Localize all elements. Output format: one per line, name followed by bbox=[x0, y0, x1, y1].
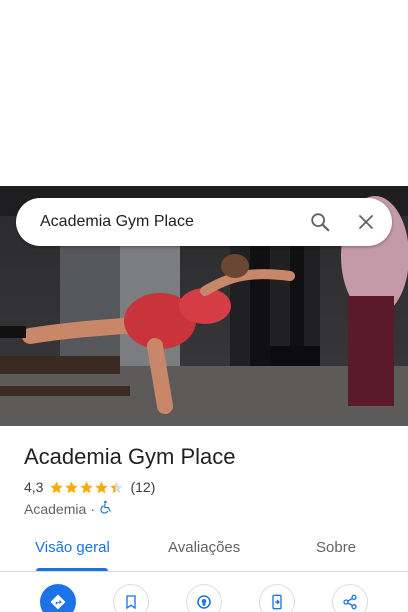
search-icon[interactable] bbox=[300, 202, 340, 242]
action-buttons bbox=[0, 584, 408, 612]
send-to-phone-button[interactable] bbox=[259, 584, 295, 612]
place-details-panel: Academia Gym Place 4,3 (12) Academia · V… bbox=[0, 426, 408, 612]
star-full-icon bbox=[65, 480, 79, 493]
place-category: Academia bbox=[24, 500, 87, 517]
review-count[interactable]: (12) bbox=[130, 479, 155, 495]
share-icon bbox=[343, 594, 357, 610]
nearby-icon bbox=[197, 595, 211, 609]
wheelchair-accessible-icon bbox=[99, 500, 113, 517]
separator: · bbox=[90, 500, 95, 517]
tab-overview[interactable]: Visão geral bbox=[35, 534, 110, 572]
rating-stars bbox=[49, 480, 124, 495]
star-full-icon bbox=[95, 480, 109, 493]
tab-about[interactable]: Sobre bbox=[316, 534, 356, 572]
tab-active-indicator bbox=[36, 568, 108, 571]
search-bar[interactable]: Academia Gym Place bbox=[16, 198, 392, 246]
share-button[interactable] bbox=[332, 584, 368, 612]
save-button[interactable] bbox=[113, 584, 149, 612]
star-full-icon bbox=[50, 480, 64, 493]
star-full-icon bbox=[80, 480, 94, 493]
send-to-phone-icon bbox=[272, 594, 282, 610]
rating-row[interactable]: 4,3 (12) bbox=[24, 479, 155, 495]
close-icon[interactable] bbox=[346, 202, 386, 242]
map-area[interactable] bbox=[0, 0, 408, 186]
nearby-button[interactable] bbox=[186, 584, 222, 612]
tab-bar: Visão geral Avaliações Sobre bbox=[0, 534, 408, 572]
directions-icon bbox=[50, 594, 66, 610]
tab-reviews[interactable]: Avaliações bbox=[168, 534, 240, 572]
directions-button[interactable] bbox=[40, 584, 76, 612]
category-row: Academia · bbox=[24, 500, 113, 517]
star-partial-icon bbox=[110, 480, 124, 493]
save-icon bbox=[126, 595, 136, 610]
rating-value: 4,3 bbox=[24, 479, 44, 495]
place-title: Academia Gym Place bbox=[24, 444, 236, 469]
search-input[interactable]: Academia Gym Place bbox=[40, 213, 300, 231]
